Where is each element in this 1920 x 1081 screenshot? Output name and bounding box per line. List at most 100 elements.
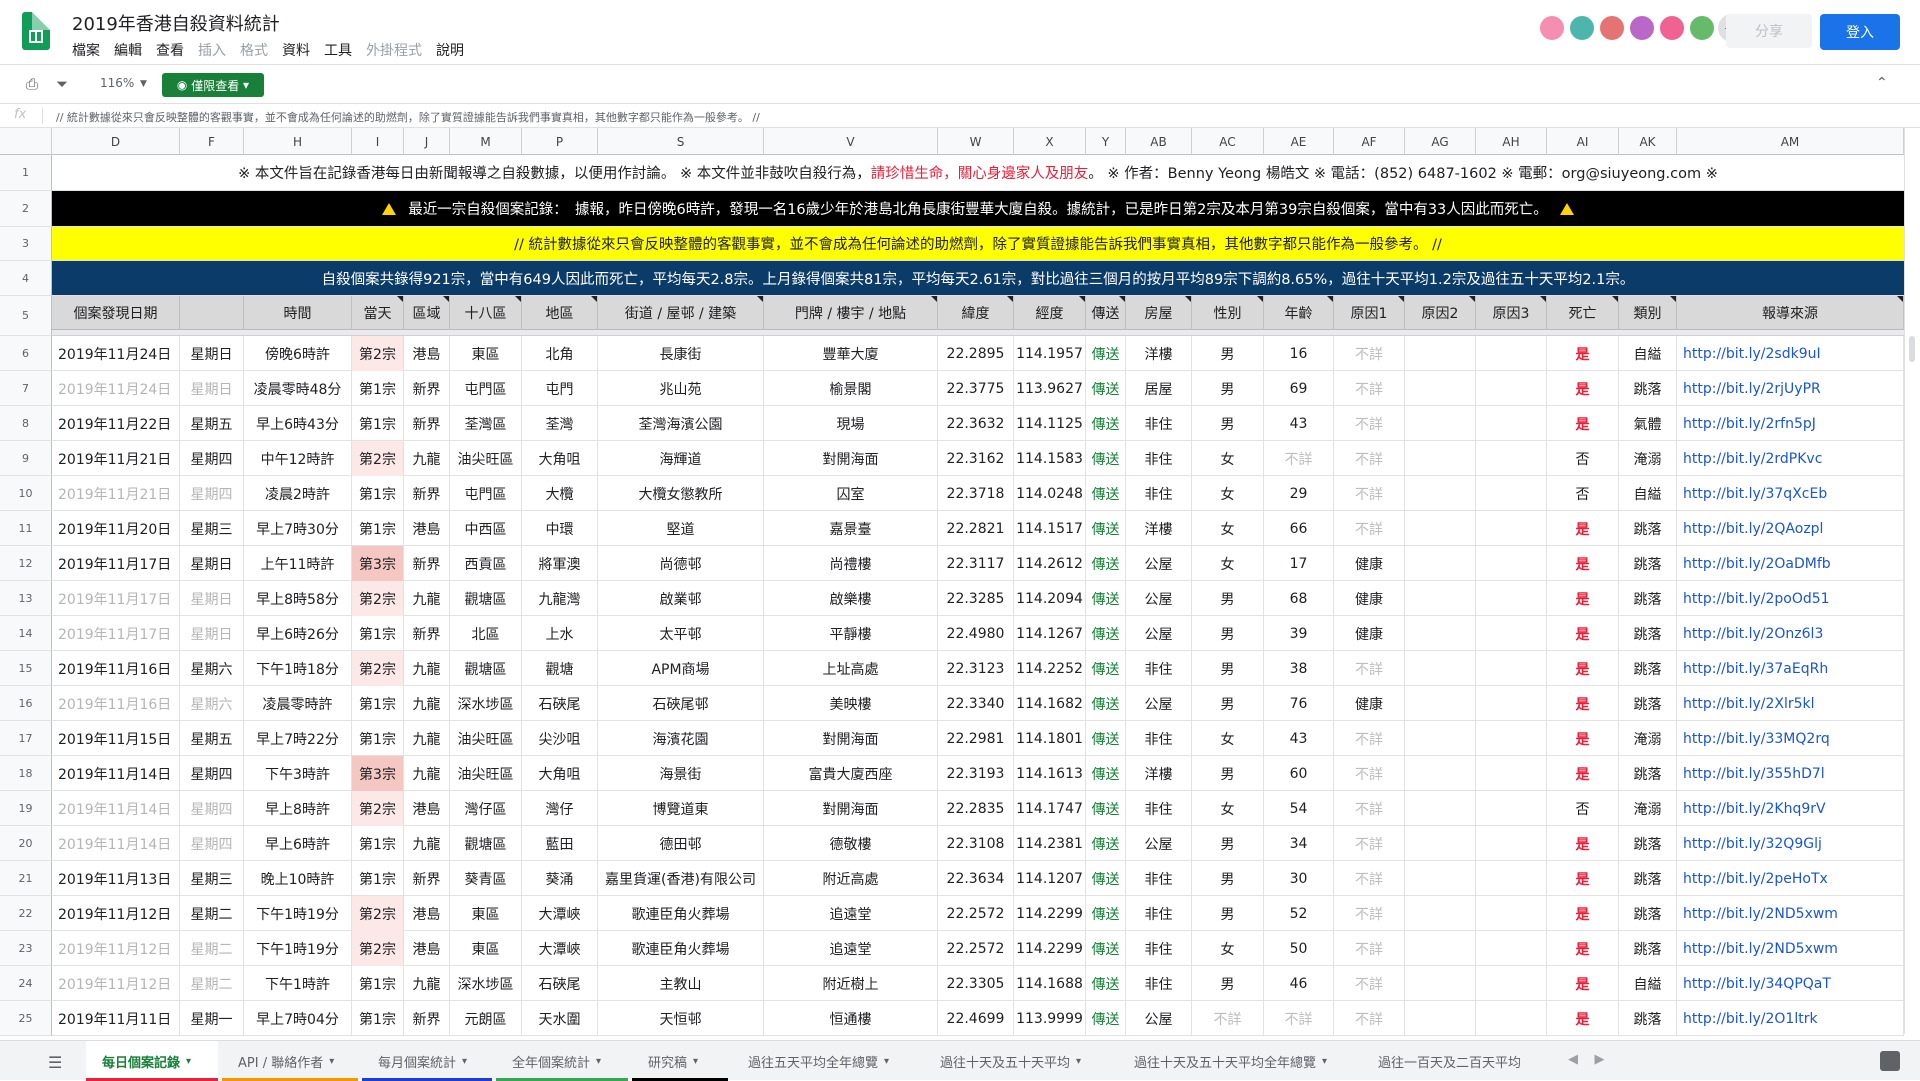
row-number[interactable]: 1	[0, 155, 52, 191]
tab-dropdown-icon[interactable]: ▾	[884, 1056, 889, 1067]
cell-send[interactable]: 傳送	[1086, 441, 1126, 476]
explore-icon[interactable]	[1880, 1051, 1900, 1071]
cell-send[interactable]: 傳送	[1086, 371, 1126, 406]
header-cell[interactable]: 地區	[522, 296, 598, 330]
cell-send[interactable]: 傳送	[1086, 791, 1126, 826]
header-cell[interactable]: 門牌 / 樓宇 / 地點	[764, 296, 938, 330]
sheet-tab[interactable]: 過往十天及五十天平均全年總覽 ▾	[1118, 1041, 1358, 1081]
zoom-select[interactable]: 116%	[100, 76, 134, 90]
cell-src[interactable]: http://bit.ly/32Q9Glj	[1677, 826, 1904, 861]
column-header[interactable]: AI	[1547, 128, 1619, 155]
row-number[interactable]: 12	[0, 546, 52, 581]
cell-src[interactable]: http://bit.ly/2O1ltrk	[1677, 1001, 1904, 1036]
cell-src[interactable]: http://bit.ly/2OaDMfb	[1677, 546, 1904, 581]
avatar[interactable]	[1628, 14, 1656, 42]
avatar[interactable]	[1538, 14, 1566, 42]
filter-icon[interactable]: ⏷	[56, 75, 68, 93]
cell-src[interactable]: http://bit.ly/2ND5xwm	[1677, 896, 1904, 931]
sheet-tab[interactable]: 研究稿 ▾	[632, 1041, 728, 1081]
zoom-dropdown-icon[interactable]: ▼	[140, 79, 147, 89]
row-number[interactable]: 9	[0, 441, 52, 476]
header-cell[interactable]: 原因1	[1334, 296, 1405, 330]
header-cell[interactable]: 報導來源	[1677, 296, 1904, 330]
cell-send[interactable]: 傳送	[1086, 616, 1126, 651]
cell-src[interactable]: http://bit.ly/2Onz6l3	[1677, 616, 1904, 651]
column-header[interactable]: I	[352, 128, 404, 155]
cell-send[interactable]: 傳送	[1086, 861, 1126, 896]
document-title[interactable]: 2019年香港自殺資料統計	[72, 10, 280, 36]
sheet-tab[interactable]: 過往十天及五十天平均 ▾	[924, 1041, 1114, 1081]
menu-item[interactable]: 格式	[240, 40, 268, 60]
row-number[interactable]: 10	[0, 476, 52, 511]
header-cell[interactable]: 年齡	[1264, 296, 1334, 330]
tab-scroll-arrows-icon[interactable]: ◀ ▶	[1568, 1052, 1605, 1067]
avatar[interactable]	[1598, 14, 1626, 42]
column-header[interactable]: AK	[1619, 128, 1677, 155]
column-header[interactable]: F	[180, 128, 244, 155]
header-cell[interactable]: 死亡	[1547, 296, 1619, 330]
header-cell[interactable]: 時間	[244, 296, 352, 330]
menu-item[interactable]: 外掛程式	[366, 40, 422, 60]
login-button[interactable]: 登入	[1820, 14, 1900, 50]
row-number[interactable]: 5	[0, 296, 52, 336]
menu-item[interactable]: 說明	[436, 40, 464, 60]
header-cell[interactable]: 當天	[352, 296, 404, 330]
row-number[interactable]: 19	[0, 791, 52, 826]
row-number[interactable]: 18	[0, 756, 52, 791]
cell-src[interactable]: http://bit.ly/2Xlr5kl	[1677, 686, 1904, 721]
row-number[interactable]: 17	[0, 721, 52, 756]
cell-send[interactable]: 傳送	[1086, 931, 1126, 966]
tab-dropdown-icon[interactable]: ▾	[596, 1056, 601, 1067]
print-icon[interactable]: ⎙	[26, 75, 38, 93]
menu-item[interactable]: 編輯	[114, 40, 142, 60]
row-number[interactable]: 15	[0, 651, 52, 686]
header-cell[interactable]: 類別	[1619, 296, 1677, 330]
column-header[interactable]: D	[52, 128, 180, 155]
column-header[interactable]: AG	[1405, 128, 1476, 155]
header-cell[interactable]: 原因2	[1405, 296, 1476, 330]
row-number[interactable]: 24	[0, 966, 52, 1001]
banner-intro[interactable]: ※ 本文件旨在記錄香港每日由新聞報導之自殺數據，以便用作討論。 ※ 本文件並非鼓…	[52, 155, 1904, 191]
row-number[interactable]: 20	[0, 826, 52, 861]
column-header[interactable]: X	[1014, 128, 1086, 155]
column-header[interactable]: M	[450, 128, 522, 155]
column-header[interactable]: Y	[1086, 128, 1126, 155]
scrollbar-thumb[interactable]	[1909, 336, 1915, 362]
header-cell[interactable]: 十八區	[450, 296, 522, 330]
cell-send[interactable]: 傳送	[1086, 546, 1126, 581]
header-cell[interactable]: 性別	[1192, 296, 1264, 330]
header-cell[interactable]: 個案發現日期	[52, 296, 180, 330]
cell-src[interactable]: http://bit.ly/2poOd51	[1677, 581, 1904, 616]
tab-dropdown-icon[interactable]: ▾	[186, 1056, 191, 1067]
menu-item[interactable]: 資料	[282, 40, 310, 60]
cell-send[interactable]: 傳送	[1086, 826, 1126, 861]
header-cell[interactable]	[180, 296, 244, 330]
cell-src[interactable]: http://bit.ly/2rfn5pJ	[1677, 406, 1904, 441]
tab-dropdown-icon[interactable]: ▾	[329, 1056, 334, 1067]
cell-send[interactable]: 傳送	[1086, 476, 1126, 511]
sheet-tab[interactable]: 每月個案統計 ▾	[362, 1041, 492, 1081]
collapse-menu-icon[interactable]: ⌃	[1876, 75, 1888, 91]
cell-send[interactable]: 傳送	[1086, 686, 1126, 721]
cell-send[interactable]: 傳送	[1086, 406, 1126, 441]
cell-send[interactable]: 傳送	[1086, 1001, 1126, 1036]
column-header[interactable]: W	[938, 128, 1014, 155]
select-all-corner[interactable]	[0, 128, 52, 155]
cell-send[interactable]: 傳送	[1086, 756, 1126, 791]
header-cell[interactable]: 街道 / 屋邨 / 建築	[598, 296, 764, 330]
tab-dropdown-icon[interactable]: ▾	[693, 1056, 698, 1067]
cell-send[interactable]: 傳送	[1086, 721, 1126, 756]
banner-summary[interactable]: 自殺個案共錄得921宗，當中有649人因此而死亡，平均每天2.8宗。上月錄得個案…	[52, 261, 1904, 296]
view-only-button[interactable]: ◉ 僅限查看 ▾	[162, 73, 264, 97]
avatar[interactable]	[1568, 14, 1596, 42]
sheets-logo-icon[interactable]	[22, 12, 50, 50]
menu-item[interactable]: 插入	[198, 40, 226, 60]
cell-send[interactable]: 傳送	[1086, 896, 1126, 931]
sheet-tab[interactable]: 過往一百天及二百天平均	[1362, 1041, 1562, 1081]
cell-send[interactable]: 傳送	[1086, 511, 1126, 546]
row-number[interactable]: 8	[0, 406, 52, 441]
cell-src[interactable]: http://bit.ly/2Khq9rV	[1677, 791, 1904, 826]
row-number[interactable]: 14	[0, 616, 52, 651]
sheet-tab[interactable]: API / 聯絡作者 ▾	[222, 1041, 358, 1081]
header-cell[interactable]: 傳送	[1086, 296, 1126, 330]
